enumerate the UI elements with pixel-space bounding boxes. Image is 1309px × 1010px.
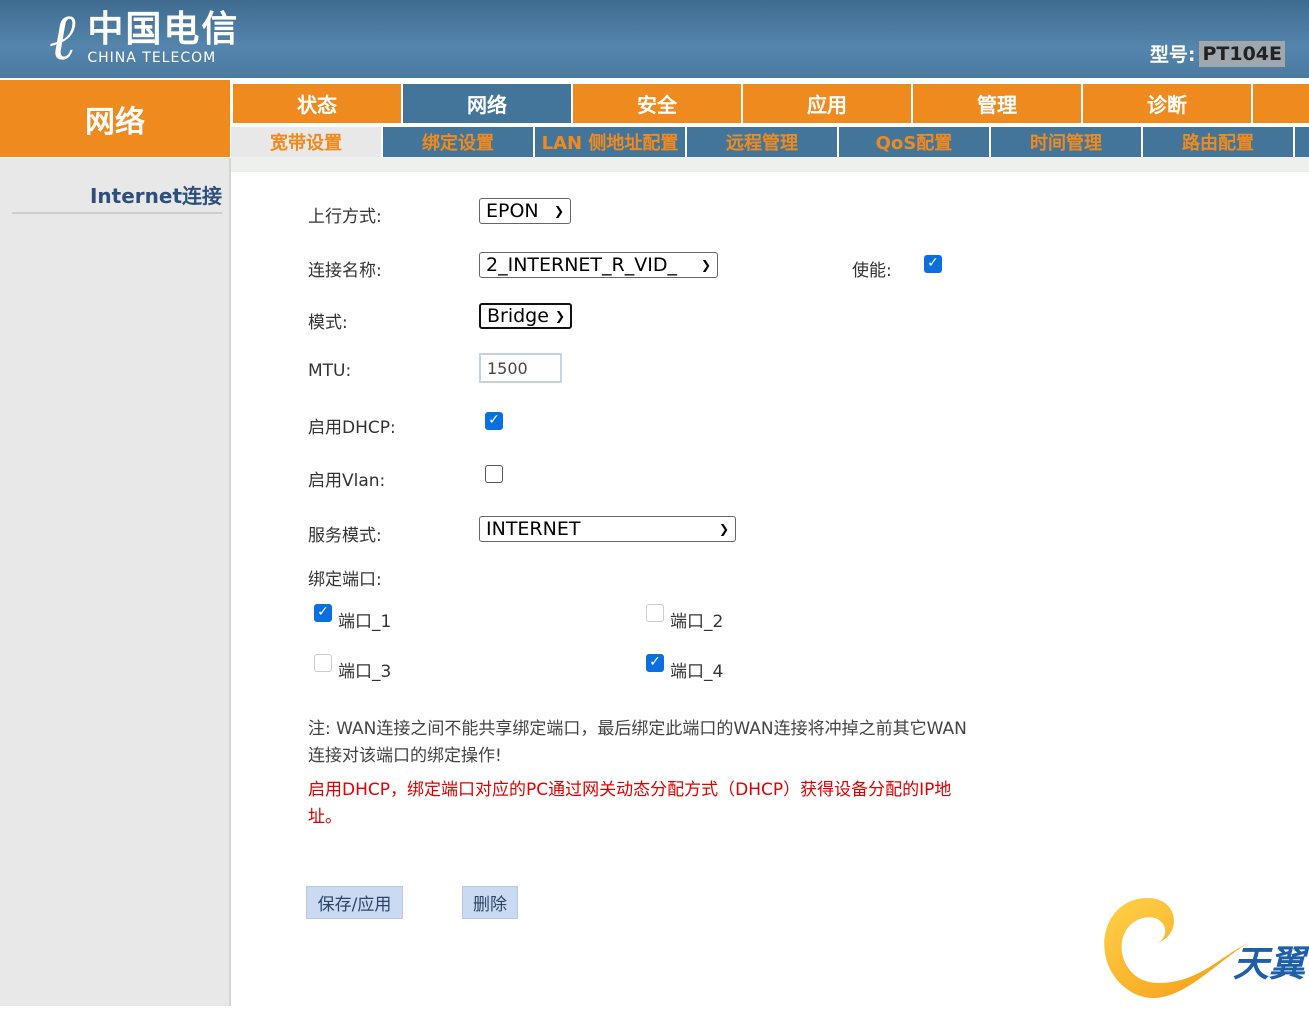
tab-extra[interactable] [1253, 84, 1309, 123]
tab-security[interactable]: 安全 [573, 84, 741, 123]
subtab-broadband[interactable]: 宽带设置 [231, 127, 381, 157]
delete-button[interactable]: 删除 [462, 886, 518, 919]
bind-port-label: 绑定端口: [308, 570, 382, 590]
conn-name-label: 连接名称: [308, 261, 382, 281]
uplink-select[interactable]: EPON ❯ [479, 198, 571, 224]
service-mode-value: INTERNET [486, 518, 581, 540]
mode-value: Bridge [487, 305, 549, 327]
header: ℓ 中国电信 CHINA TELECOM 型号: PT104E [0, 0, 1309, 78]
tab-management[interactable]: 管理 [913, 84, 1081, 123]
china-telecom-logo: ℓ 中国电信 CHINA TELECOM [50, 0, 239, 75]
mode-label: 模式: [308, 313, 348, 333]
port2-checkbox[interactable] [646, 604, 664, 622]
section-title: 网络 [0, 80, 230, 157]
enable-label: 使能: [852, 261, 892, 281]
subtab-remote[interactable]: 远程管理 [687, 127, 837, 157]
tab-diagnostics[interactable]: 诊断 [1083, 84, 1251, 123]
subtab-extra[interactable] [1295, 127, 1309, 157]
subtab-time[interactable]: 时间管理 [991, 127, 1141, 157]
chevron-down-icon: ❯ [553, 204, 564, 218]
port4-label: 端口_4 [670, 662, 724, 682]
divider-strip [231, 157, 1309, 172]
vlan-label: 启用Vlan: [308, 471, 386, 491]
subtab-binding[interactable]: 绑定设置 [383, 127, 533, 157]
tianyi-swirl-icon: 天翼 [1104, 898, 1309, 998]
port1-checkbox[interactable]: ✓ [314, 604, 332, 622]
subtab-route[interactable]: 路由配置 [1143, 127, 1293, 157]
sidebar: Internet连接 [0, 158, 231, 1006]
port1-label: 端口_1 [338, 612, 392, 632]
sub-tabs: 宽带设置 绑定设置 LAN 侧地址配置 远程管理 QoS配置 时间管理 路由配置 [231, 127, 1309, 157]
sidebar-item-internet[interactable]: Internet连接 [12, 180, 222, 214]
telecom-logo-icon: ℓ [50, 0, 78, 75]
port3-checkbox[interactable] [314, 654, 332, 672]
port2-label: 端口_2 [670, 612, 724, 632]
tab-network[interactable]: 网络 [403, 84, 571, 123]
chevron-down-icon: ❯ [554, 309, 565, 323]
tab-application[interactable]: 应用 [743, 84, 911, 123]
conn-name-select[interactable]: 2_INTERNET_R_VID_ ❯ [479, 252, 718, 278]
service-mode-select[interactable]: INTERNET ❯ [479, 516, 736, 542]
mode-select[interactable]: Bridge ❯ [479, 303, 572, 329]
subtab-lan[interactable]: LAN 侧地址配置 [535, 127, 685, 157]
service-mode-label: 服务模式: [308, 526, 382, 546]
note-dhcp: 启用DHCP，绑定端口对应的PC通过网关动态分配方式（DHCP）获得设备分配的I… [308, 780, 952, 827]
save-apply-button[interactable]: 保存/应用 [306, 886, 403, 919]
tianyi-text: 天翼 [1233, 944, 1309, 985]
subtab-qos[interactable]: QoS配置 [839, 127, 989, 157]
note-wan-binding: 注: WAN连接之间不能共享绑定端口，最后绑定此端口的WAN连接将冲掉之前其它W… [308, 719, 967, 766]
mtu-input[interactable]: 1500 [479, 353, 562, 383]
conn-name-value: 2_INTERNET_R_VID_ [486, 254, 677, 276]
tab-status[interactable]: 状态 [233, 84, 401, 123]
main-tabs: 状态 网络 安全 应用 管理 诊断 [233, 84, 1309, 123]
model-label: 型号: [1149, 44, 1196, 66]
logo-text-en: CHINA TELECOM [87, 49, 217, 66]
chevron-down-icon: ❯ [718, 522, 729, 536]
model-value: PT104E [1199, 40, 1285, 67]
port4-checkbox[interactable]: ✓ [646, 654, 664, 672]
uplink-label: 上行方式: [308, 207, 382, 227]
enable-checkbox[interactable]: ✓ [924, 255, 942, 273]
dhcp-label: 启用DHCP: [308, 418, 396, 438]
mtu-label: MTU: [308, 361, 352, 381]
dhcp-checkbox[interactable]: ✓ [485, 412, 503, 430]
logo-text-cn: 中国电信 [87, 8, 240, 50]
model-info: 型号: PT104E [1150, 40, 1285, 67]
port3-label: 端口_3 [338, 662, 392, 682]
chevron-down-icon: ❯ [700, 258, 711, 272]
vlan-checkbox[interactable] [485, 465, 503, 483]
tianyi-logo: 天翼 [1088, 888, 1309, 1010]
uplink-value: EPON [486, 200, 539, 222]
